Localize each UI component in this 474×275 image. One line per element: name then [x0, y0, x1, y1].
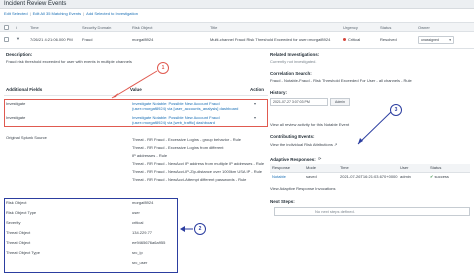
page-header: Incident Review Events: [0, 0, 474, 9]
cell-time: 7/26/21 4:21:06.000 PM: [30, 37, 73, 42]
expand-caret-icon[interactable]: ▼: [16, 36, 20, 42]
col-time[interactable]: Time: [30, 25, 39, 31]
dropdown-arrow-icon: ▾: [449, 38, 451, 42]
cell-risk-object[interactable]: morgaf8924: [132, 37, 153, 43]
arrow-icon: [111, 70, 158, 99]
col-security-domain[interactable]: Security Domain: [82, 25, 111, 31]
arrow-head-icon: [180, 226, 185, 232]
callout-1: 1: [157, 62, 169, 74]
page-title: Incident Review Events: [4, 1, 67, 7]
select-all-checkbox[interactable]: [4, 25, 9, 30]
annotation-arrows: [111, 70, 392, 232]
bulk-actions: Edit Selected | Edit All 35 Matching Event…: [4, 11, 138, 17]
col-title[interactable]: Title: [210, 25, 217, 31]
col-index: i: [16, 25, 17, 30]
separator: |: [29, 11, 31, 16]
arrow-icon: [357, 111, 392, 145]
cell-security-domain: Fraud: [82, 37, 93, 42]
callout-3: 3: [390, 104, 402, 116]
cell-title: Multi-channel Fraud Risk Threshold Excee…: [210, 37, 331, 42]
cell-status: Resolved: [380, 37, 397, 42]
col-urgency[interactable]: Urgency: [343, 25, 358, 31]
col-status[interactable]: Status: [380, 25, 391, 31]
row-checkbox[interactable]: [4, 37, 9, 42]
arrow-head-icon: [358, 138, 363, 144]
event-detail: Description: Fraud risk threshold exceed…: [0, 49, 474, 275]
urgency-label: Critical: [348, 37, 361, 42]
add-investigation-link[interactable]: Add Selected to Investigation: [86, 11, 138, 16]
table-header: i Time Security Domain Risk Object Title…: [0, 22, 474, 32]
edit-all-link[interactable]: Edit All 35 Matching Events: [33, 11, 81, 16]
owner-select[interactable]: unassigned ▾: [418, 36, 454, 44]
col-risk-object[interactable]: Risk Object: [132, 25, 152, 31]
edit-selected-link[interactable]: Edit Selected: [4, 11, 28, 16]
owner-value: unassigned: [421, 38, 439, 42]
cell-urgency: Critical: [343, 37, 361, 43]
callout-2: 2: [194, 223, 206, 235]
critical-dot-icon: [343, 38, 346, 42]
separator: |: [83, 11, 85, 16]
table-row[interactable]: ▼ 7/26/21 4:21:06.000 PM Fraud morgaf892…: [0, 32, 474, 49]
col-owner[interactable]: Owner: [418, 25, 430, 31]
